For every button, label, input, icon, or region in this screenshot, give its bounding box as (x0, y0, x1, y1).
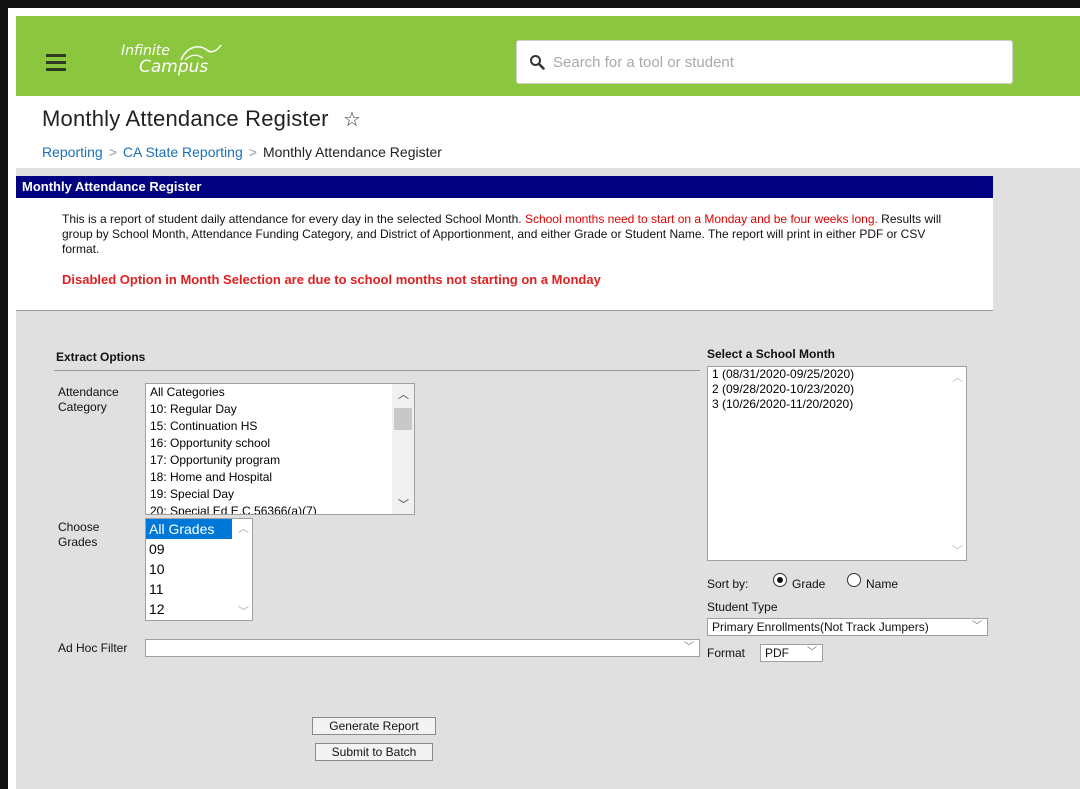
attendance-label-line2: Category (58, 400, 107, 414)
breadcrumb-separator-icon: > (108, 144, 117, 160)
extract-options-title: Extract Options (56, 350, 146, 364)
top-bar: Infinite Campus (16, 16, 1080, 96)
school-month-title: Select a School Month (707, 347, 836, 361)
sort-name-radio[interactable] (847, 573, 861, 587)
breadcrumb-current: Monthly Attendance Register (262, 144, 442, 160)
sort-grade-label: Grade (792, 577, 826, 591)
list-item[interactable]: 10: Regular Day (146, 401, 414, 418)
breadcrumb-ca-state-reporting[interactable]: CA State Reporting (123, 144, 243, 160)
warning-text: Disabled Option in Month Selection are d… (62, 272, 601, 287)
attendance-category-list[interactable]: All Categories 10: Regular Day 15: Conti… (145, 383, 415, 515)
scroll-up-icon[interactable]: ︿ (398, 386, 409, 402)
choose-grades-label: Choose Grades (58, 520, 99, 550)
breadcrumb-reporting[interactable]: Reporting (42, 144, 103, 160)
list-item[interactable]: 20: Special Ed E.C.56366(a)(7) (146, 503, 414, 514)
chevron-down-icon: ﹀ (684, 642, 694, 653)
grades-label-line2: Grades (58, 535, 98, 549)
student-type-label: Student Type (707, 600, 778, 614)
list-item[interactable]: 17: Opportunity program (146, 452, 414, 469)
submit-to-batch-button[interactable]: Submit to Batch (315, 743, 433, 761)
school-month-list[interactable]: 1 (08/31/2020-09/25/2020) 2 (09/28/2020-… (707, 366, 967, 561)
app-logo[interactable]: Infinite Campus (121, 44, 222, 76)
adhoc-filter-label: Ad Hoc Filter (58, 641, 128, 655)
scroll-down-icon[interactable]: ﹀ (952, 542, 963, 558)
extract-divider (54, 370, 700, 371)
scroll-down-icon[interactable]: ﹀ (238, 603, 249, 619)
list-item[interactable]: 18: Home and Hospital (146, 469, 414, 486)
scroll-thumb[interactable] (394, 408, 412, 430)
scroll-up-icon[interactable]: ︿ (238, 520, 249, 536)
sort-grade-radio[interactable] (773, 573, 787, 587)
favorite-star-icon[interactable]: ☆ (343, 107, 361, 132)
description-text: This is a report of student daily attend… (62, 212, 947, 257)
search-icon (530, 55, 545, 70)
sort-name-label: Name (866, 577, 899, 591)
grades-list[interactable]: All Grades 09 10 11 12 ︿ ﹀ (145, 518, 253, 621)
search-box[interactable] (516, 40, 1013, 84)
adhoc-filter-select[interactable]: ﹀ (145, 639, 700, 657)
search-input[interactable] (551, 51, 991, 73)
chevron-down-icon: ﹀ (807, 647, 817, 658)
attendance-label-line1: Attendance (58, 385, 119, 399)
chevron-down-icon: ﹀ (972, 621, 982, 632)
generate-report-button[interactable]: Generate Report (312, 717, 436, 735)
description-red: School months need to start on a Monday … (524, 212, 878, 226)
sort-by-label: Sort by: (707, 577, 749, 591)
list-item[interactable]: 16: Opportunity school (146, 435, 414, 452)
app-window: Infinite Campus Monthly Attendance Regis… (0, 0, 1080, 789)
list-item[interactable]: 2 (09/28/2020-10/23/2020) (708, 382, 966, 397)
report-content: Monthly Attendance Register This is a re… (16, 168, 1080, 789)
attendance-category-label: Attendance Category (58, 385, 119, 415)
format-select[interactable]: PDF ﹀ (760, 644, 823, 662)
list-item[interactable]: All Grades (146, 519, 232, 539)
format-label: Format (707, 646, 746, 660)
scroll-down-icon[interactable]: ﹀ (398, 496, 409, 512)
list-item[interactable]: 3 (10/26/2020-11/20/2020) (708, 397, 966, 412)
breadcrumb-separator-icon: > (248, 144, 257, 160)
scroll-up-icon[interactable]: ︿ (952, 369, 963, 385)
student-type-select[interactable]: Primary Enrollments(Not Track Jumpers) ﹀ (707, 618, 988, 636)
logo-swoosh-icon (180, 44, 222, 61)
list-item[interactable]: 1 (08/31/2020-09/25/2020) (708, 367, 966, 382)
page-title: Monthly Attendance Register (42, 106, 329, 131)
breadcrumb: Reporting > CA State Reporting > Monthly Att… (42, 144, 442, 160)
grades-label-line1: Choose (58, 520, 100, 534)
format-value: PDF (765, 646, 789, 660)
list-item[interactable]: All Categories (146, 384, 414, 401)
description-box: This is a report of student daily attend… (16, 198, 993, 311)
student-type-value: Primary Enrollments(Not Track Jumpers) (712, 620, 929, 634)
grades-scrollbar[interactable]: ︿ ﹀ (234, 519, 252, 620)
list-item[interactable]: 15: Continuation HS (146, 418, 414, 435)
attendance-scrollbar[interactable]: ︿ ﹀ (392, 384, 414, 514)
panel-header: Monthly Attendance Register (16, 176, 993, 198)
description-part1: This is a report of student daily attend… (62, 212, 522, 226)
menu-icon[interactable] (46, 54, 66, 71)
month-scrollbar[interactable]: ︿ ﹀ (948, 367, 966, 560)
list-item[interactable]: 19: Special Day (146, 486, 414, 503)
